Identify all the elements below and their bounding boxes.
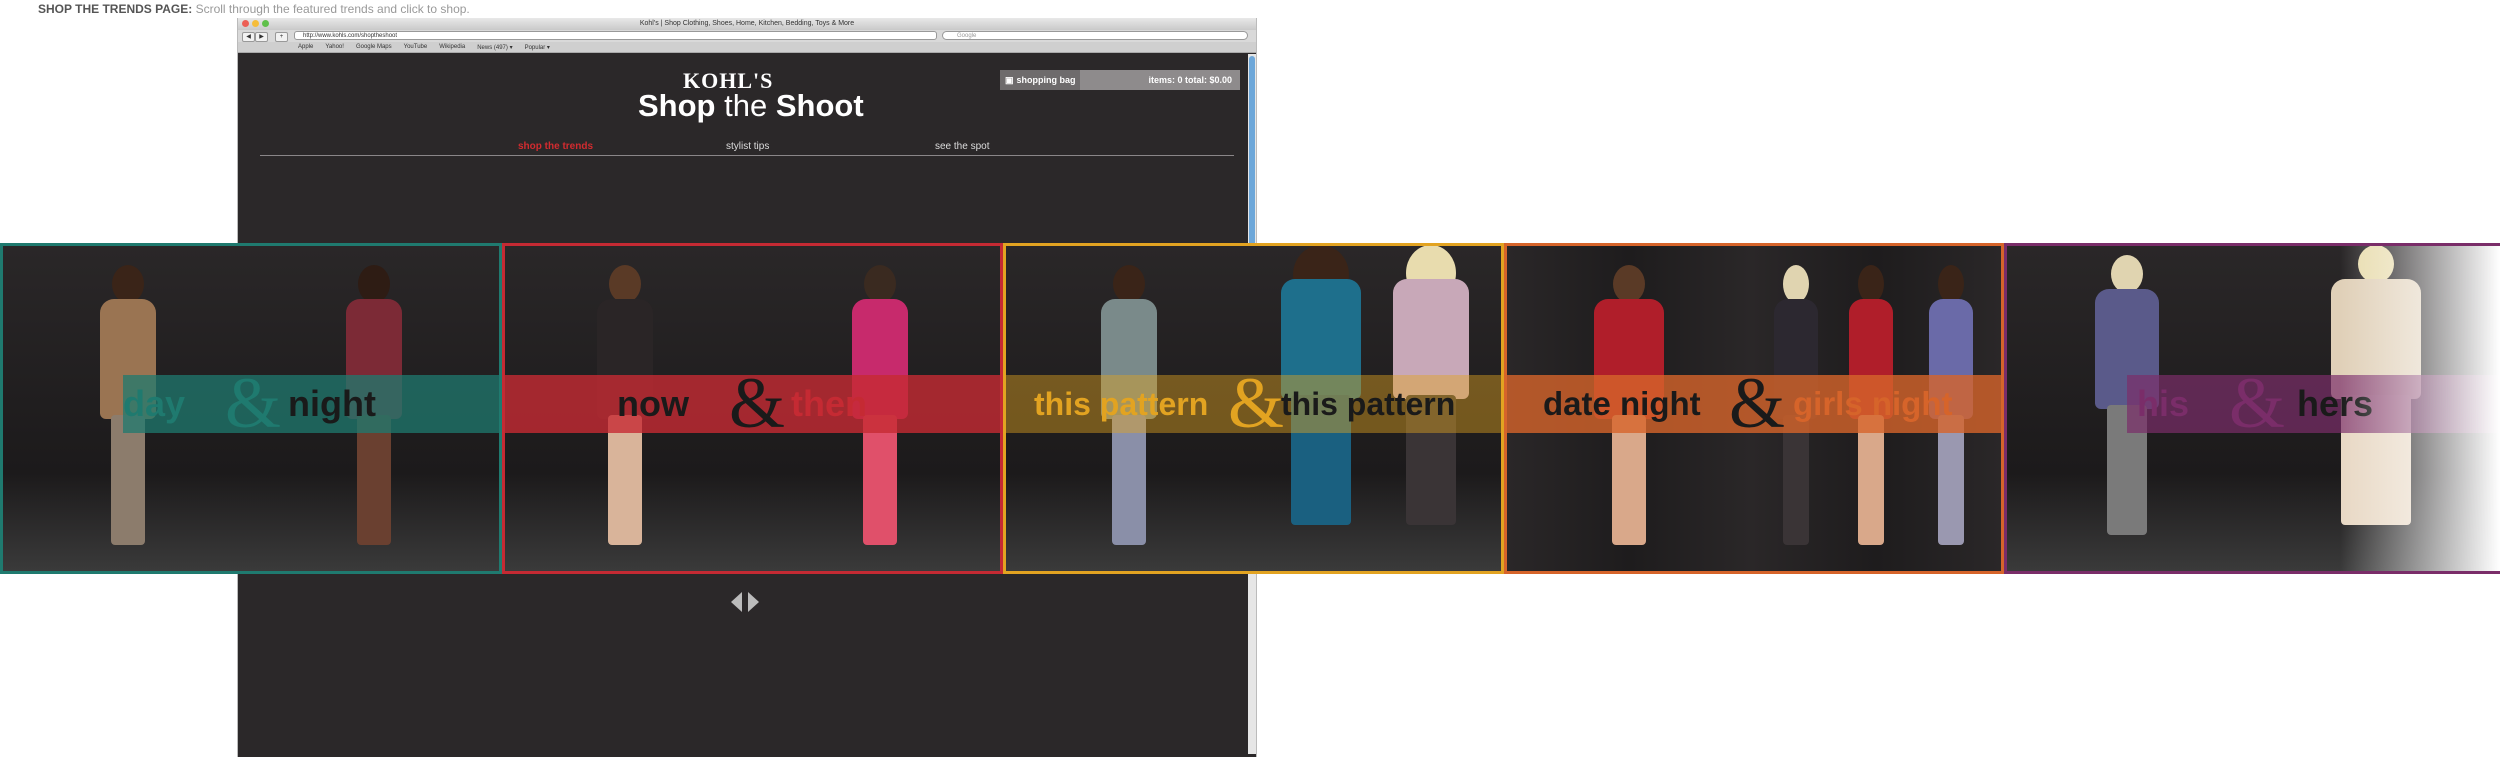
address-bar[interactable]: http://www.kohls.com/shoptheshoot (294, 31, 937, 40)
page-title: Shop the Shoot (638, 88, 864, 124)
trend-left-label: day (123, 383, 186, 424)
tab-stylist-tips[interactable]: stylist tips (726, 141, 769, 152)
bookmark-item[interactable]: Yahoo! (325, 44, 344, 50)
back-button[interactable]: ◀ (242, 32, 255, 42)
trend-left-label: now (617, 383, 689, 424)
minimize-window-icon[interactable] (252, 20, 259, 27)
shopping-bag-label: shopping bag (1016, 75, 1076, 85)
ampersand: & (1729, 363, 1786, 443)
title-shop: Shop (638, 88, 725, 123)
trend-right-label: night (288, 383, 376, 424)
shopping-bag-widget[interactable]: ▣ shopping bag items: 0 total: $0.00 (1000, 70, 1240, 90)
bag-status: items: 0 total: $0.00 (1148, 75, 1232, 85)
shopping-bag-icon: ▣ (1005, 74, 1014, 85)
ampersand: & (2229, 363, 2286, 443)
trend-panel-now-then[interactable]: now & then (502, 243, 1003, 574)
trends-carousel: day & night now & then this pattern & th… (0, 243, 2500, 574)
ampersand: & (225, 363, 282, 443)
forward-button[interactable]: ▶ (255, 32, 268, 42)
ampersand: & (729, 363, 786, 443)
browser-toolbar: ◀ ▶ + http://www.kohls.com/shoptheshoot … (238, 30, 1256, 42)
ampersand: & (1228, 363, 1285, 443)
trend-right-label: then (791, 383, 867, 424)
caption-title: SHOP THE TRENDS PAGE: (38, 2, 193, 16)
trend-left-label: his (2137, 383, 2190, 424)
close-window-icon[interactable] (242, 20, 249, 27)
window-title: Kohl's | Shop Clothing, Shoes, Home, Kit… (639, 20, 855, 27)
trend-left-label: date night (1543, 385, 1701, 422)
window-titlebar: Kohl's | Shop Clothing, Shoes, Home, Kit… (238, 18, 1256, 30)
bookmark-item[interactable]: News (497) ▾ (477, 44, 512, 51)
tab-see-the-spot[interactable]: see the spot (935, 141, 989, 152)
trend-right-label: this pattern (1281, 386, 1456, 422)
zoom-window-icon[interactable] (262, 20, 269, 27)
title-the: the (724, 88, 768, 123)
search-placeholder: Google (957, 33, 977, 39)
bookmark-item[interactable]: Apple (298, 44, 313, 50)
bookmark-item[interactable]: Wikipedia (439, 44, 465, 50)
trend-left-label: this pattern (1034, 386, 1209, 422)
trend-panel-this-pattern[interactable]: this pattern & this pattern (1003, 243, 1504, 574)
caption-text: Scroll through the featured trends and c… (192, 2, 470, 16)
section-tabs: shop the trends stylist tips see the spo… (260, 141, 1234, 156)
bookmark-item[interactable]: YouTube (404, 44, 428, 50)
add-bookmark-button[interactable]: + (275, 32, 288, 42)
title-shoot: Shoot (767, 88, 864, 123)
window-controls (242, 20, 269, 27)
shopping-bag-button[interactable]: ▣ shopping bag (1000, 70, 1080, 90)
search-input[interactable]: Google (942, 31, 1248, 40)
bookmark-item[interactable]: Popular ▾ (525, 44, 550, 51)
carousel-arrows (731, 592, 759, 612)
bookmarks-bar: Apple Yahoo! Google Maps YouTube Wikiped… (238, 42, 1256, 53)
bookmark-item[interactable]: Google Maps (356, 44, 392, 50)
trend-panel-his-hers[interactable]: his & hers (2004, 243, 2500, 574)
carousel-fade-overlay (2340, 246, 2500, 571)
trend-right-label: girls night (1793, 385, 1953, 422)
carousel-next-icon[interactable] (748, 592, 759, 612)
trend-panel-day-night[interactable]: day & night (0, 243, 502, 574)
trend-panel-date-girls-night[interactable]: date night & girls night (1504, 243, 2004, 574)
page-caption: SHOP THE TRENDS PAGE: Scroll through the… (38, 2, 470, 16)
tab-shop-the-trends[interactable]: shop the trends (518, 141, 593, 152)
url-text: http://www.kohls.com/shoptheshoot (303, 33, 398, 39)
carousel-prev-icon[interactable] (731, 592, 742, 612)
